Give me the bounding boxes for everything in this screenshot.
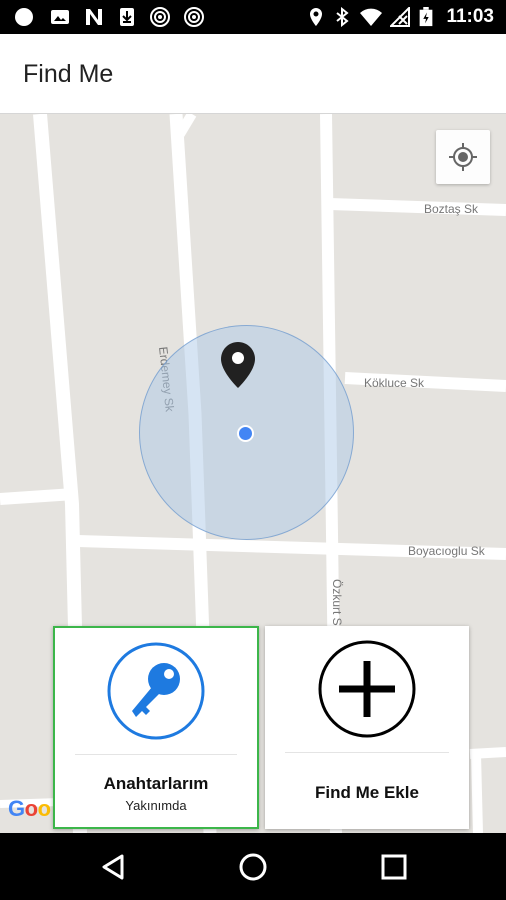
status-bar: 11:03 xyxy=(0,0,506,34)
card-title: Find Me Ekle xyxy=(315,783,419,802)
podcast-icon xyxy=(184,7,204,27)
page-title: Find Me xyxy=(23,60,114,88)
map-pin-icon[interactable] xyxy=(221,342,255,388)
street-label: Boyacıoglu Sk xyxy=(408,544,485,558)
current-location-dot xyxy=(237,425,254,442)
card-subtitle: Yakınımda xyxy=(125,798,187,813)
notification-dot-icon xyxy=(15,8,33,26)
add-find-me-card[interactable]: Find Me Ekle xyxy=(265,626,469,829)
podcast-icon xyxy=(150,7,170,27)
image-icon xyxy=(51,10,69,24)
google-logo: Goo xyxy=(8,796,51,821)
no-signal-icon xyxy=(390,7,410,27)
add-circle-icon xyxy=(318,640,416,738)
home-icon[interactable] xyxy=(237,851,269,883)
street-label: Özkurt S xyxy=(330,579,344,626)
status-time: 11:03 xyxy=(446,6,494,27)
navigation-bar xyxy=(0,833,506,900)
location-icon xyxy=(310,8,322,26)
street-label: Boztaş Sk xyxy=(424,202,479,216)
crosshair-icon xyxy=(449,143,477,171)
battery-charging-icon xyxy=(419,7,433,27)
back-icon[interactable] xyxy=(98,851,130,883)
app-bar: Find Me xyxy=(0,34,506,114)
my-keys-card[interactable]: Anahtarlarım Yakınımda xyxy=(53,626,259,829)
recents-icon[interactable] xyxy=(378,851,410,883)
street-label: Kökluce Sk xyxy=(364,376,425,390)
wifi-icon xyxy=(360,8,382,26)
card-title: Anahtarlarım xyxy=(103,774,209,793)
download-icon xyxy=(120,8,134,26)
card-divider xyxy=(75,754,237,755)
bluetooth-icon xyxy=(336,7,349,27)
key-icon xyxy=(107,642,205,740)
my-location-button[interactable] xyxy=(436,130,490,184)
n-logo-icon xyxy=(86,9,102,25)
card-divider xyxy=(285,752,449,753)
